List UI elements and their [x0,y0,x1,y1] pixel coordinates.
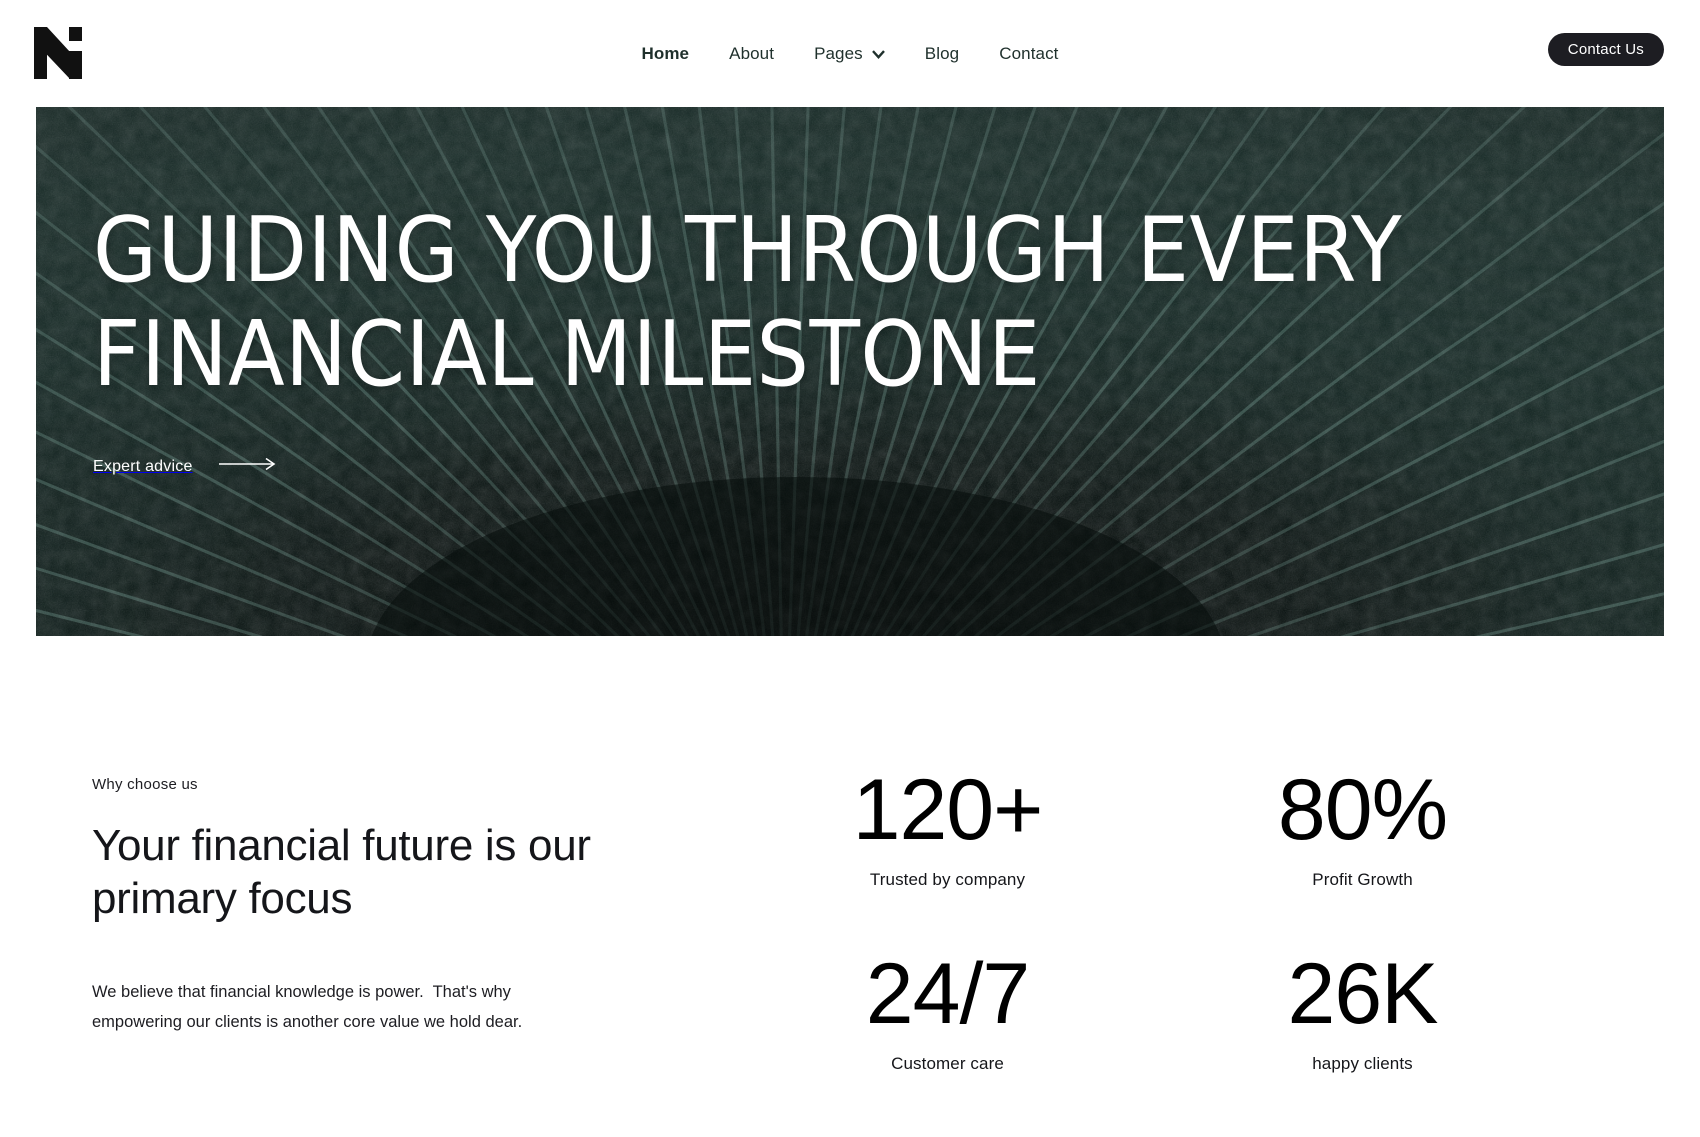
arrow-right-icon [218,457,277,476]
nav-item-about[interactable]: About [729,44,774,64]
stat-value: 80% [1277,762,1448,858]
nav-item-label: Blog [924,43,960,63]
hero-content: GUIDING YOU THROUGH EVERY FINANCIAL MILE… [36,107,1664,476]
stat-label: Trusted by company [869,870,1026,889]
hero-banner: GUIDING YOU THROUGH EVERY FINANCIAL MILE… [36,107,1664,636]
nav-item-home[interactable]: Home [641,44,689,64]
nav-item-label: Pages [814,43,863,63]
expert-advice-link[interactable]: Expert advice [93,457,277,476]
site-header: Home About Pages Blog Contact Contact Us [0,0,1700,107]
stat-item: 120+ Trusted by company [760,764,1135,890]
nav-item-contact[interactable]: Contact [999,44,1058,64]
stat-value: 24/7 [865,946,1030,1042]
nav-item-label: Home [641,43,690,63]
stat-label: Profit Growth [1312,870,1413,889]
stat-label: happy clients [1312,1054,1413,1073]
section-heading: Your financial future is our primary foc… [92,821,591,923]
section-body-text: We believe that financial knowledge is p… [92,983,523,1031]
stat-label: Customer care [891,1054,1004,1073]
stat-item: 24/7 Customer care [760,948,1135,1074]
hero-title-line-1: GUIDING YOU THROUGH EVERY [93,198,1403,303]
stat-value: 120+ [852,762,1044,858]
chevron-down-icon [871,48,885,61]
hero-title: GUIDING YOU THROUGH EVERY FINANCIAL MILE… [93,199,1664,407]
nav-item-blog[interactable]: Blog [925,44,959,64]
section-eyebrow: Why choose us [92,776,198,793]
contact-us-button[interactable]: Contact Us [1547,33,1664,66]
nav-item-pages[interactable]: Pages [814,44,885,64]
why-text-column: Why choose us Your financial future is o… [0,636,760,1074]
hero-title-line-2: FINANCIAL MILESTONE [93,302,1041,407]
nav-item-label: About [729,43,775,63]
expert-advice-label: Expert advice [93,457,193,475]
why-choose-us-section: Why choose us Your financial future is o… [0,636,1700,1074]
stats-grid: 120+ Trusted by company 80% Profit Growt… [760,636,1700,1074]
nav-item-label: Contact [999,43,1059,63]
main-navigation: Home About Pages Blog Contact [0,0,1700,107]
stat-item: 26K happy clients [1175,948,1550,1074]
stat-value: 26K [1287,946,1438,1042]
stat-item: 80% Profit Growth [1175,764,1550,890]
